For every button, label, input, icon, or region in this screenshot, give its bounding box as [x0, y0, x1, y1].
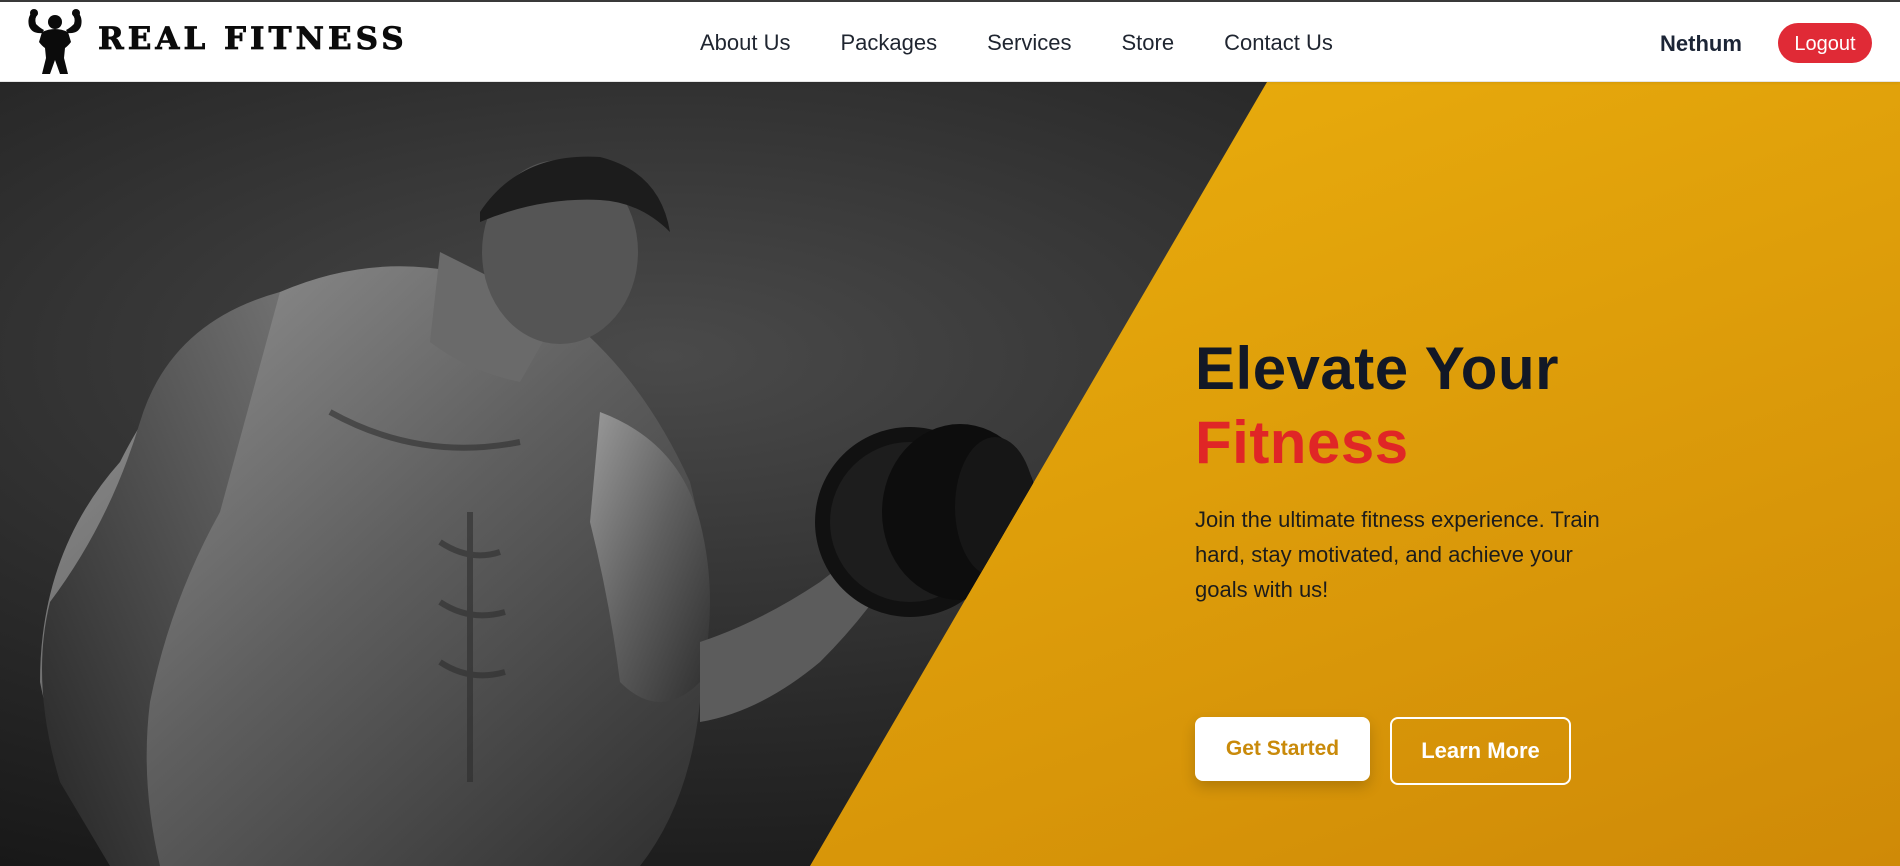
hero-photo: [0, 82, 1267, 866]
hero-section: Elevate Your Fitness Join the ultimate f…: [0, 82, 1900, 866]
nav-about-us[interactable]: About Us: [700, 28, 791, 58]
hero-headline-line1: Elevate Your: [1195, 335, 1559, 402]
nav-store[interactable]: Store: [1121, 28, 1174, 58]
main-nav: About Us Packages Services Store Contact…: [700, 28, 1383, 58]
site-header: REAL FITNESS About Us Packages Services …: [0, 2, 1900, 82]
hero-content: Elevate Your Fitness Join the ultimate f…: [1195, 332, 1615, 785]
get-started-button[interactable]: Get Started: [1195, 717, 1370, 781]
bodybuilder-logo-icon[interactable]: [24, 8, 86, 76]
logout-button[interactable]: Logout: [1778, 23, 1872, 63]
nav-contact-us[interactable]: Contact Us: [1224, 28, 1333, 58]
nav-packages[interactable]: Packages: [841, 28, 938, 58]
user-name[interactable]: Nethum: [1660, 29, 1742, 59]
brand-name[interactable]: REAL FITNESS: [98, 23, 408, 55]
hero-button-row: Get Started Learn More: [1195, 717, 1615, 797]
learn-more-button[interactable]: Learn More: [1390, 717, 1571, 785]
hero-subtext: Join the ultimate fitness experience. Tr…: [1195, 507, 1600, 602]
hero-headline: Elevate Your Fitness: [1195, 332, 1615, 480]
hero-headline-accent: Fitness: [1195, 409, 1409, 476]
nav-services[interactable]: Services: [987, 28, 1071, 58]
